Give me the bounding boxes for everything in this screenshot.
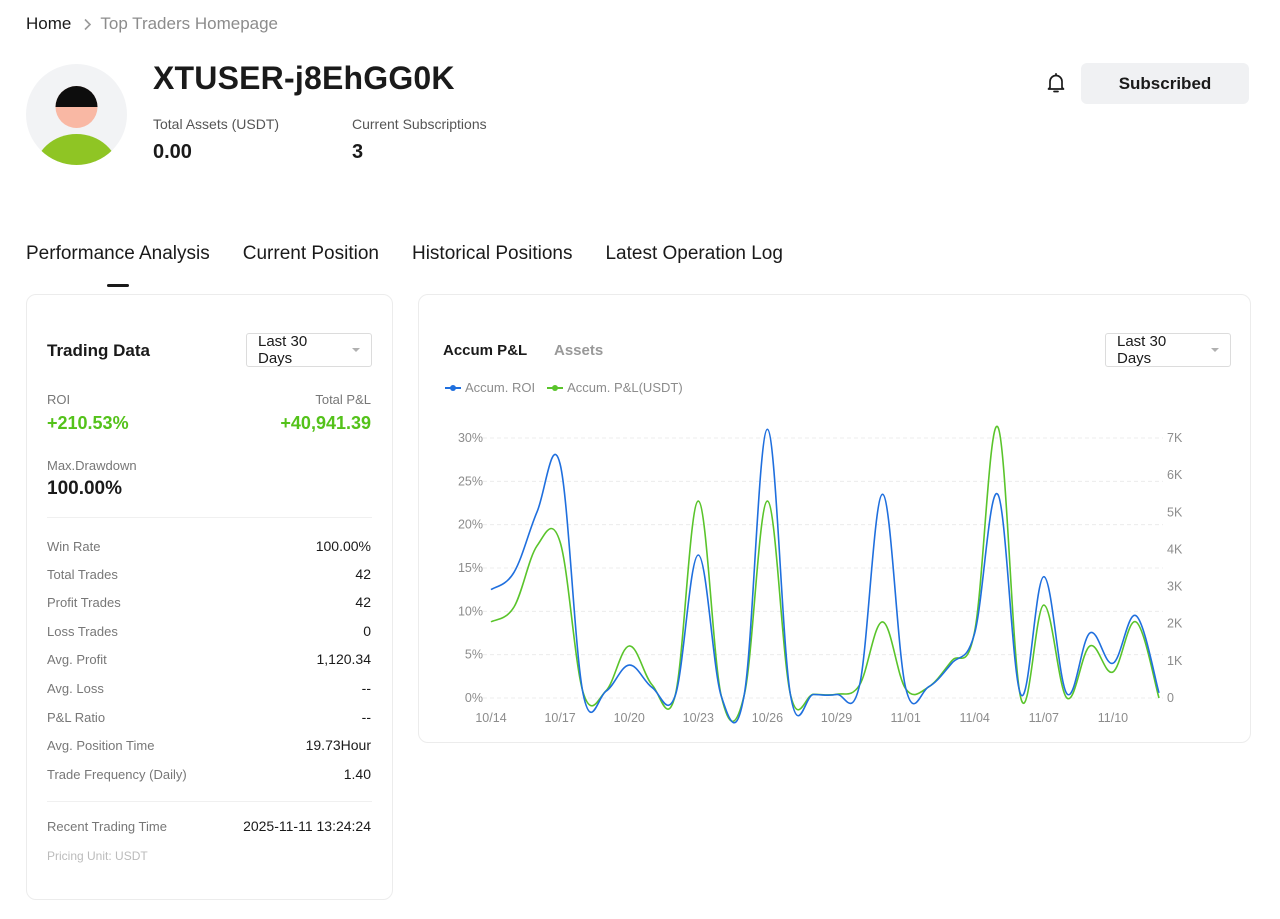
total-pnl-value: +40,941.39 <box>280 413 371 433</box>
y-right-tick-label: 6K <box>1167 468 1183 482</box>
x-tick-label: 11/07 <box>1029 711 1059 725</box>
stat-row-label: P&L Ratio <box>47 710 106 725</box>
stat-row-label: Total Trades <box>47 567 118 582</box>
stat-row-pnl-ratio: P&L Ratio -- <box>47 709 371 725</box>
recent-trading-label: Recent Trading Time <box>47 819 167 834</box>
stat-row-label: Avg. Profit <box>47 652 107 667</box>
y-left-tick-label: 20% <box>458 518 483 532</box>
y-left-tick-label: 15% <box>458 561 483 575</box>
stat-row-value: 19.73Hour <box>305 737 371 753</box>
stat-row-avg-position-time: Avg. Position Time 19.73Hour <box>47 737 371 753</box>
tab-latest-operation-log[interactable]: Latest Operation Log <box>605 243 782 275</box>
y-left-tick-label: 25% <box>458 474 483 488</box>
trading-period-value: Last 30 Days <box>258 333 308 367</box>
y-right-tick-label: 4K <box>1167 542 1183 556</box>
x-tick-label: 11/10 <box>1098 711 1128 725</box>
bell-icon[interactable] <box>1044 71 1068 95</box>
stat-row-value: -- <box>361 709 371 725</box>
x-tick-label: 10/26 <box>752 711 783 725</box>
stat-row-label: Loss Trades <box>47 624 118 639</box>
stat-row-label: Trade Frequency (Daily) <box>47 767 187 782</box>
stat-row-avg-loss: Avg. Loss -- <box>47 680 371 696</box>
recent-trading-value: 2025-11-11 13:24:24 <box>243 818 371 834</box>
y-left-tick-label: 5% <box>465 648 483 662</box>
y-right-tick-label: 1K <box>1167 654 1183 668</box>
stat-row-value: 1,120.34 <box>316 651 372 667</box>
stat-row-avg-profit: Avg. Profit 1,120.34 <box>47 651 371 667</box>
avatar <box>26 64 127 165</box>
stat-row-value: 1.40 <box>343 766 371 782</box>
pricing-unit-note: Pricing Unit: USDT <box>47 849 148 863</box>
trader-username: XTUSER-j8EhGG0K <box>153 60 455 96</box>
x-tick-label: 11/01 <box>890 711 920 725</box>
roi-label: ROI <box>47 392 71 407</box>
x-tick-label: 10/20 <box>614 711 645 725</box>
stat-row-recent-trading-time: Recent Trading Time 2025-11-11 13:24:24 <box>47 818 371 834</box>
trading-data-card: Trading Data Last 30 Days ROI Total P&L … <box>26 294 393 900</box>
stat-row-label: Profit Trades <box>47 595 121 610</box>
y-left-tick-label: 0% <box>465 691 483 705</box>
divider <box>47 801 372 802</box>
divider <box>47 517 372 518</box>
stat-row-value: 100.00% <box>315 538 371 554</box>
breadcrumb-current: Top Traders Homepage <box>100 14 279 33</box>
y-right-tick-label: 0 <box>1167 691 1174 705</box>
pnl-series-line <box>490 425 1160 723</box>
y-right-tick-label: 7K <box>1167 431 1183 445</box>
caret-down-icon <box>352 348 360 352</box>
trading-data-title: Trading Data <box>47 341 150 360</box>
subscriptions-label: Current Subscriptions <box>352 116 487 132</box>
subscribed-button[interactable]: Subscribed <box>1081 63 1249 104</box>
pnl-line-chart[interactable]: 0% 5% 10% 15% 20% 25% 30% 0 1K 2K 3K 4K 5K 6K 7K 10/14 1… <box>419 295 1252 744</box>
roi-value: +210.53% <box>47 413 129 433</box>
tab-performance-analysis[interactable]: Performance Analysis <box>26 243 210 275</box>
stat-row-trade-frequency: Trade Frequency (Daily) 1.40 <box>47 766 371 782</box>
tab-current-position[interactable]: Current Position <box>243 243 379 275</box>
trading-period-select[interactable]: Last 30 Days <box>246 333 372 367</box>
stat-row-label: Win Rate <box>47 539 101 554</box>
tab-bar: Performance Analysis Current Position Hi… <box>26 243 816 275</box>
pnl-chart-card: Accum P&L Assets Last 30 Days Accum. ROI… <box>418 294 1251 743</box>
y-left-tick-label: 10% <box>458 604 483 618</box>
breadcrumb: Home Top Traders Homepage <box>26 14 278 34</box>
stat-row-value: 42 <box>355 594 371 610</box>
x-tick-label: 10/17 <box>544 711 575 725</box>
chevron-right-icon <box>83 18 92 31</box>
y-right-tick-label: 2K <box>1167 617 1183 631</box>
stat-row-loss-trades: Loss Trades 0 <box>47 623 371 639</box>
subscriptions-value: 3 <box>352 141 364 163</box>
stat-row-value: -- <box>361 680 371 696</box>
y-right-tick-label: 3K <box>1167 580 1183 594</box>
tab-historical-positions[interactable]: Historical Positions <box>412 243 573 275</box>
max-drawdown-label: Max.Drawdown <box>47 458 137 473</box>
breadcrumb-home-link[interactable]: Home <box>26 14 71 34</box>
stat-row-label: Avg. Position Time <box>47 738 155 753</box>
subscriptions-stat: Current Subscriptions 3 <box>352 116 487 164</box>
total-pnl-label: Total P&L <box>315 392 371 407</box>
y-left-tick-label: 30% <box>458 431 483 445</box>
total-assets-label: Total Assets (USDT) <box>153 116 280 132</box>
stat-row-win-rate: Win Rate 100.00% <box>47 538 371 554</box>
x-tick-label: 11/04 <box>960 711 990 725</box>
max-drawdown-value: 100.00% <box>47 478 123 499</box>
total-assets-value: 0.00 <box>153 141 192 163</box>
stat-row-profit-trades: Profit Trades 42 <box>47 594 371 610</box>
x-tick-label: 10/23 <box>683 711 714 725</box>
y-right-tick-label: 5K <box>1167 505 1183 519</box>
x-tick-label: 10/29 <box>821 711 852 725</box>
stat-row-label: Avg. Loss <box>47 681 104 696</box>
stat-row-value: 0 <box>363 623 371 639</box>
roi-series-line <box>490 428 1160 724</box>
stat-row-value: 42 <box>355 566 371 582</box>
total-assets-stat: Total Assets (USDT) 0.00 <box>153 116 279 164</box>
x-tick-label: 10/14 <box>475 711 506 725</box>
stat-row-total-trades: Total Trades 42 <box>47 566 371 582</box>
